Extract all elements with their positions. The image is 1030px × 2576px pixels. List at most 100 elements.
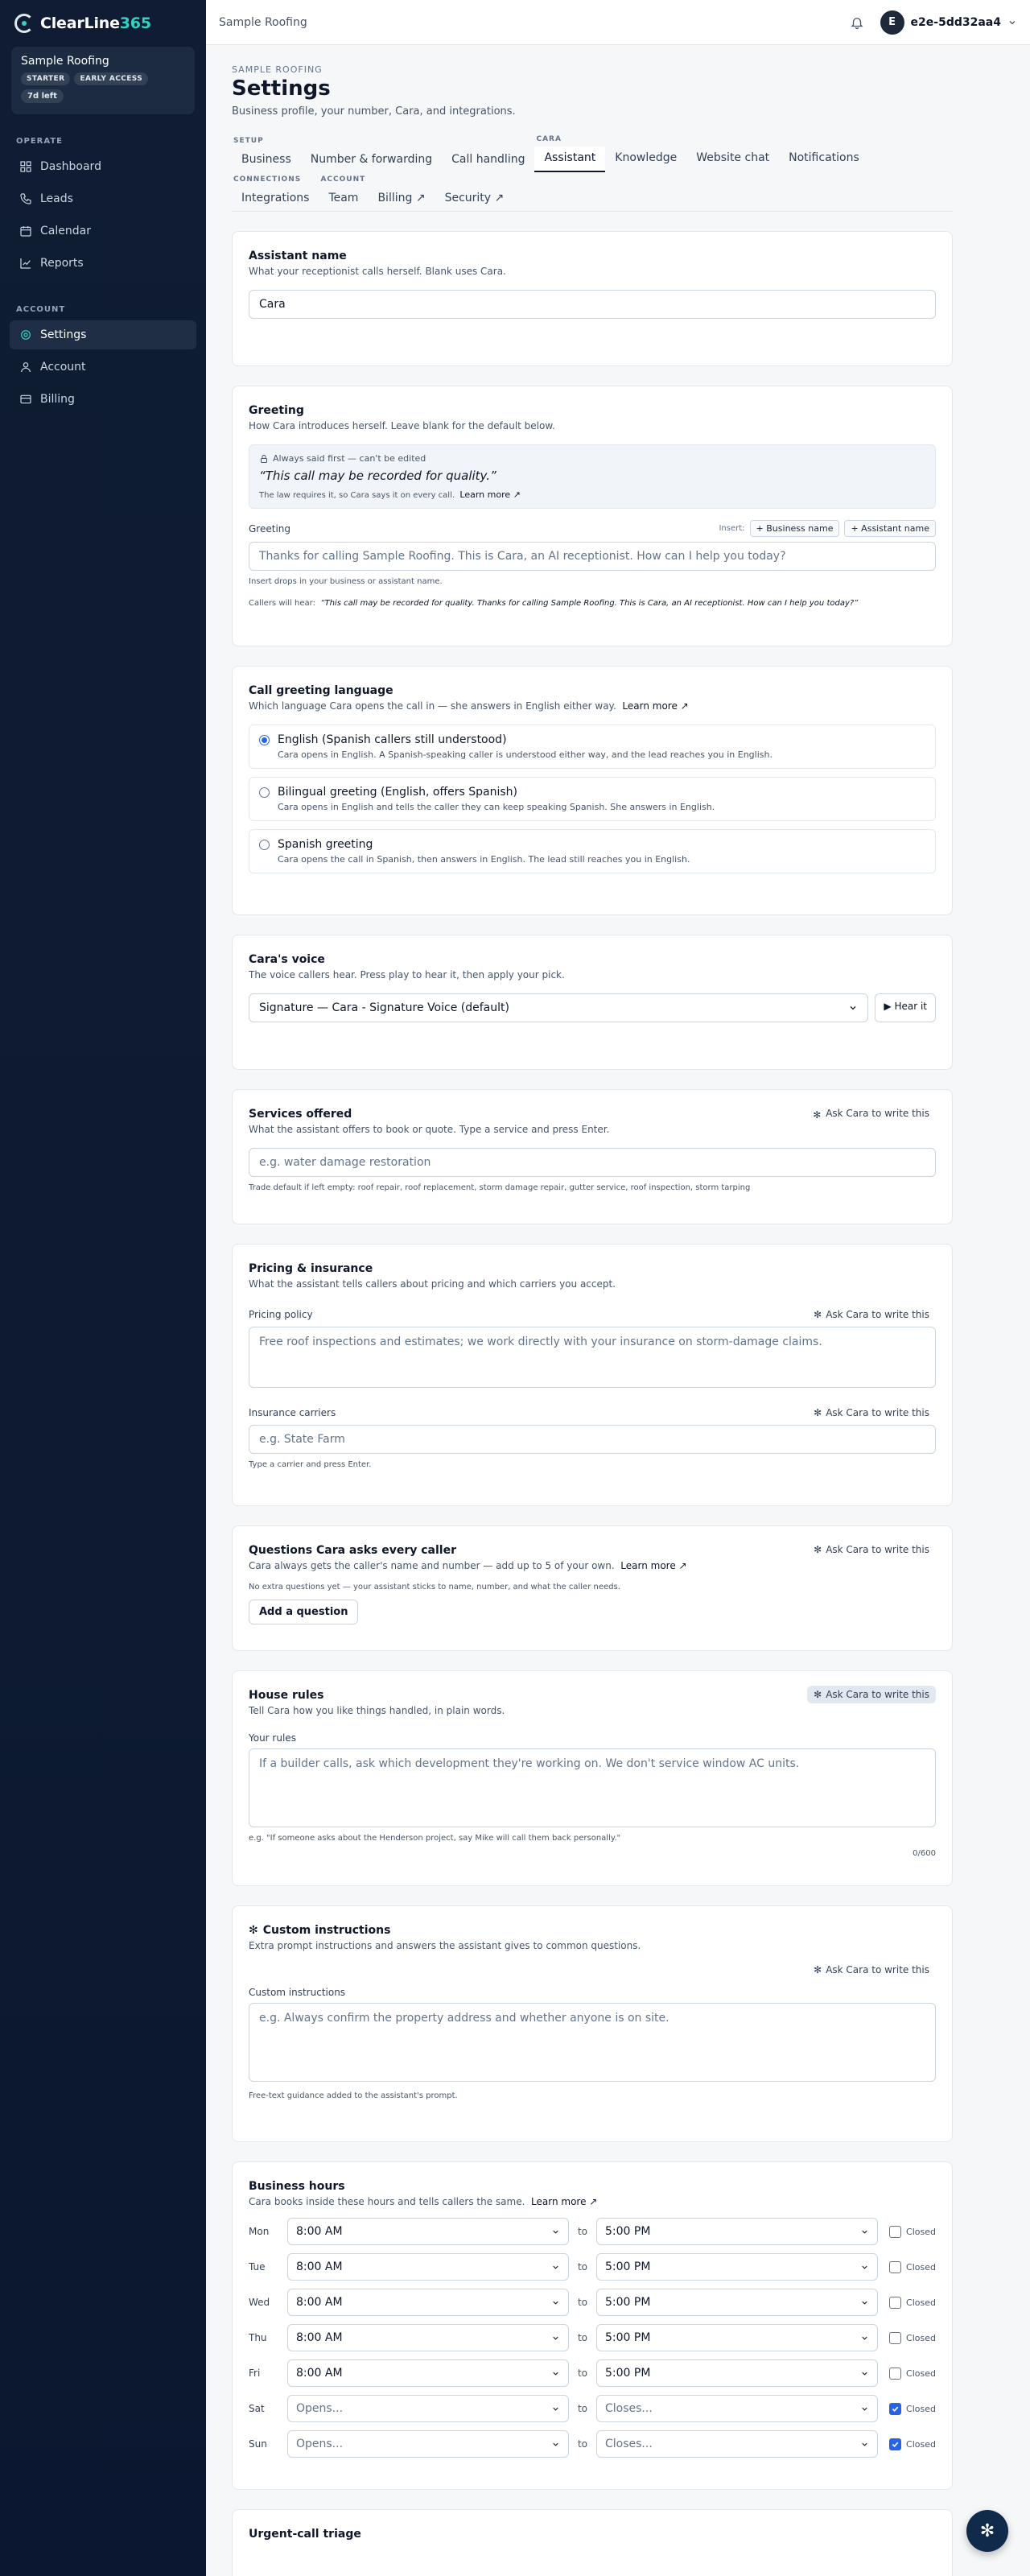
radio[interactable] [259,840,270,850]
voice-select[interactable]: Signature — Cara - Signature Voice (defa… [249,993,869,1022]
tab-integrations[interactable]: Integrations [232,187,319,211]
close-time-select[interactable]: Closes... [596,2430,878,2458]
close-time-select[interactable]: Closes... [596,2395,878,2422]
tab-assistant[interactable]: Assistant [534,147,606,172]
custom-instructions-textarea[interactable]: e.g. Always confirm the property address… [249,2003,936,2082]
nav-section-account: ACCOUNT [16,305,66,314]
ask-cara-button[interactable]: ✻ Ask Cara to write this [806,1104,936,1122]
chevron-down-icon [862,2372,867,2376]
hours-row-sun: Sun Opens... to Closes... Closed [249,2429,936,2458]
tab-team[interactable]: Team [319,187,368,211]
ask-cara-button[interactable]: ✻ Ask Cara to write this [807,1306,936,1323]
radio-selected[interactable] [259,735,270,745]
closed-checkbox[interactable] [889,2367,902,2380]
radio[interactable] [259,787,270,798]
ask-cara-button[interactable]: ✻ Ask Cara to write this [807,1404,936,1422]
assistant-name-input[interactable]: Cara [249,290,936,319]
open-time-select[interactable]: 8:00 AM [287,2218,569,2245]
closed-checkbox[interactable] [889,2331,902,2344]
close-time-select[interactable]: 5:00 PM [596,2253,878,2281]
insurance-carriers-input[interactable]: e.g. State Farm [249,1425,936,1454]
learn-more-link[interactable]: Learn more ↗ [620,1560,686,1571]
hear-it-button[interactable]: ▶ Hear it [875,993,936,1022]
nav-account[interactable]: Account [10,353,196,382]
tab-security[interactable]: Security ↗ [435,187,514,211]
chevron-down-icon [862,2230,867,2234]
learn-more-link[interactable]: Learn more ↗ [622,700,688,712]
tab-business[interactable]: Business [232,148,301,172]
closed-toggle[interactable]: Closed [878,2225,936,2238]
ask-cara-button[interactable]: ✻ Ask Cara to write this [807,1961,936,1979]
open-time-select[interactable]: Opens... [287,2430,569,2458]
user-menu[interactable]: e2e-5dd32aa4 [911,16,1001,29]
chevron-down-icon [862,2301,867,2305]
language-option-bilingual[interactable]: Bilingual greeting (English, offers Span… [249,777,936,821]
custom-instructions-hint: Free-text guidance added to the assistan… [249,2091,458,2100]
logo-num: 365 [119,14,151,32]
open-time-select[interactable]: 8:00 AM [287,2289,569,2316]
assistant-chat-button[interactable]: ✻ [966,2510,1008,2552]
open-time-select[interactable]: 8:00 AM [287,2253,569,2281]
closed-toggle[interactable]: Closed [878,2260,936,2273]
nav-calendar[interactable]: Calendar [10,217,196,246]
closed-toggle[interactable]: Closed [878,2296,936,2309]
closed-toggle[interactable]: Closed [878,2331,936,2344]
closed-checkbox[interactable] [889,2260,902,2273]
closed-checkbox[interactable] [889,2402,902,2415]
insert-business-name-button[interactable]: + Business name [749,520,840,537]
nav-settings[interactable]: Settings [10,320,196,349]
sparkle-icon: ✻ [813,1108,822,1121]
greeting-input[interactable]: Thanks for calling Sample Roofing. This … [249,542,936,571]
language-option-english[interactable]: English (Spanish callers still understoo… [249,724,936,769]
nav-billing[interactable]: Billing [10,385,196,414]
option-title: Spanish greeting [278,838,373,851]
breadcrumb[interactable]: Sample Roofing [219,16,850,29]
bell-icon[interactable] [850,15,864,30]
learn-more-link[interactable]: Learn more ↗ [459,489,520,500]
tab-call-handling[interactable]: Call handling [442,148,534,172]
nav-dashboard[interactable]: Dashboard [10,152,196,181]
nav-leads[interactable]: Leads [10,184,196,213]
ask-cara-button[interactable]: ✻ Ask Cara to write this [807,1686,936,1703]
close-time-select[interactable]: 5:00 PM [596,2359,878,2387]
logo[interactable]: ClearLine365 [0,0,206,47]
closed-toggle[interactable]: Closed [878,2367,936,2380]
services-input[interactable]: e.g. water damage restoration [249,1148,936,1177]
chevron-down-icon[interactable] [1007,18,1017,27]
house-rules-textarea[interactable]: If a builder calls, ask which developmen… [249,1748,936,1827]
hours-row-wed: Wed 8:00 AM to 5:00 PM Closed [249,2288,936,2317]
nav-label: Dashboard [40,160,101,173]
closed-toggle[interactable]: Closed [878,2402,936,2415]
tab-website-chat[interactable]: Website chat [686,147,779,172]
closed-checkbox[interactable] [889,2296,902,2309]
tab-billing[interactable]: Billing ↗ [368,187,435,211]
close-time-select[interactable]: 5:00 PM [596,2289,878,2316]
option-title: English (Spanish callers still understoo… [278,733,507,746]
ask-cara-button[interactable]: ✻ Ask Cara to write this [807,1541,936,1558]
chevron-down-icon [850,1006,856,1010]
tab-notifications[interactable]: Notifications [779,147,869,172]
avatar[interactable]: E [880,10,904,35]
card-icon [20,394,31,404]
closed-checkbox[interactable] [889,2438,902,2450]
nav-reports[interactable]: Reports [10,249,196,278]
open-time-select[interactable]: 8:00 AM [287,2324,569,2351]
topbar: Sample Roofing E e2e-5dd32aa4 [206,0,1030,45]
tab-number-forwarding[interactable]: Number & forwarding [301,148,442,172]
close-time-select[interactable]: 5:00 PM [596,2218,878,2245]
open-time-select[interactable]: Opens... [287,2395,569,2422]
pricing-policy-textarea[interactable]: Free roof inspections and estimates; we … [249,1327,936,1388]
closed-toggle[interactable]: Closed [878,2438,936,2450]
learn-more-link[interactable]: Learn more ↗ [531,2196,597,2207]
add-question-button[interactable]: Add a question [249,1600,359,1624]
close-time-select[interactable]: 5:00 PM [596,2324,878,2351]
hours-row-sat: Sat Opens... to Closes... Closed [249,2394,936,2423]
language-option-spanish[interactable]: Spanish greeting Cara opens the call in S… [249,829,936,873]
option-desc: Cara opens in English. A Spanish-speakin… [278,749,772,760]
custom-instructions-card: ✻ Custom instructions Extra prompt instru… [232,1905,953,2142]
open-time-select[interactable]: 8:00 AM [287,2359,569,2387]
account-switcher[interactable]: Sample Roofing STARTER EARLY ACCESS 7d l… [11,47,195,114]
closed-checkbox[interactable] [889,2225,902,2238]
insert-assistant-name-button[interactable]: + Assistant name [844,520,936,537]
tab-knowledge[interactable]: Knowledge [605,147,686,172]
